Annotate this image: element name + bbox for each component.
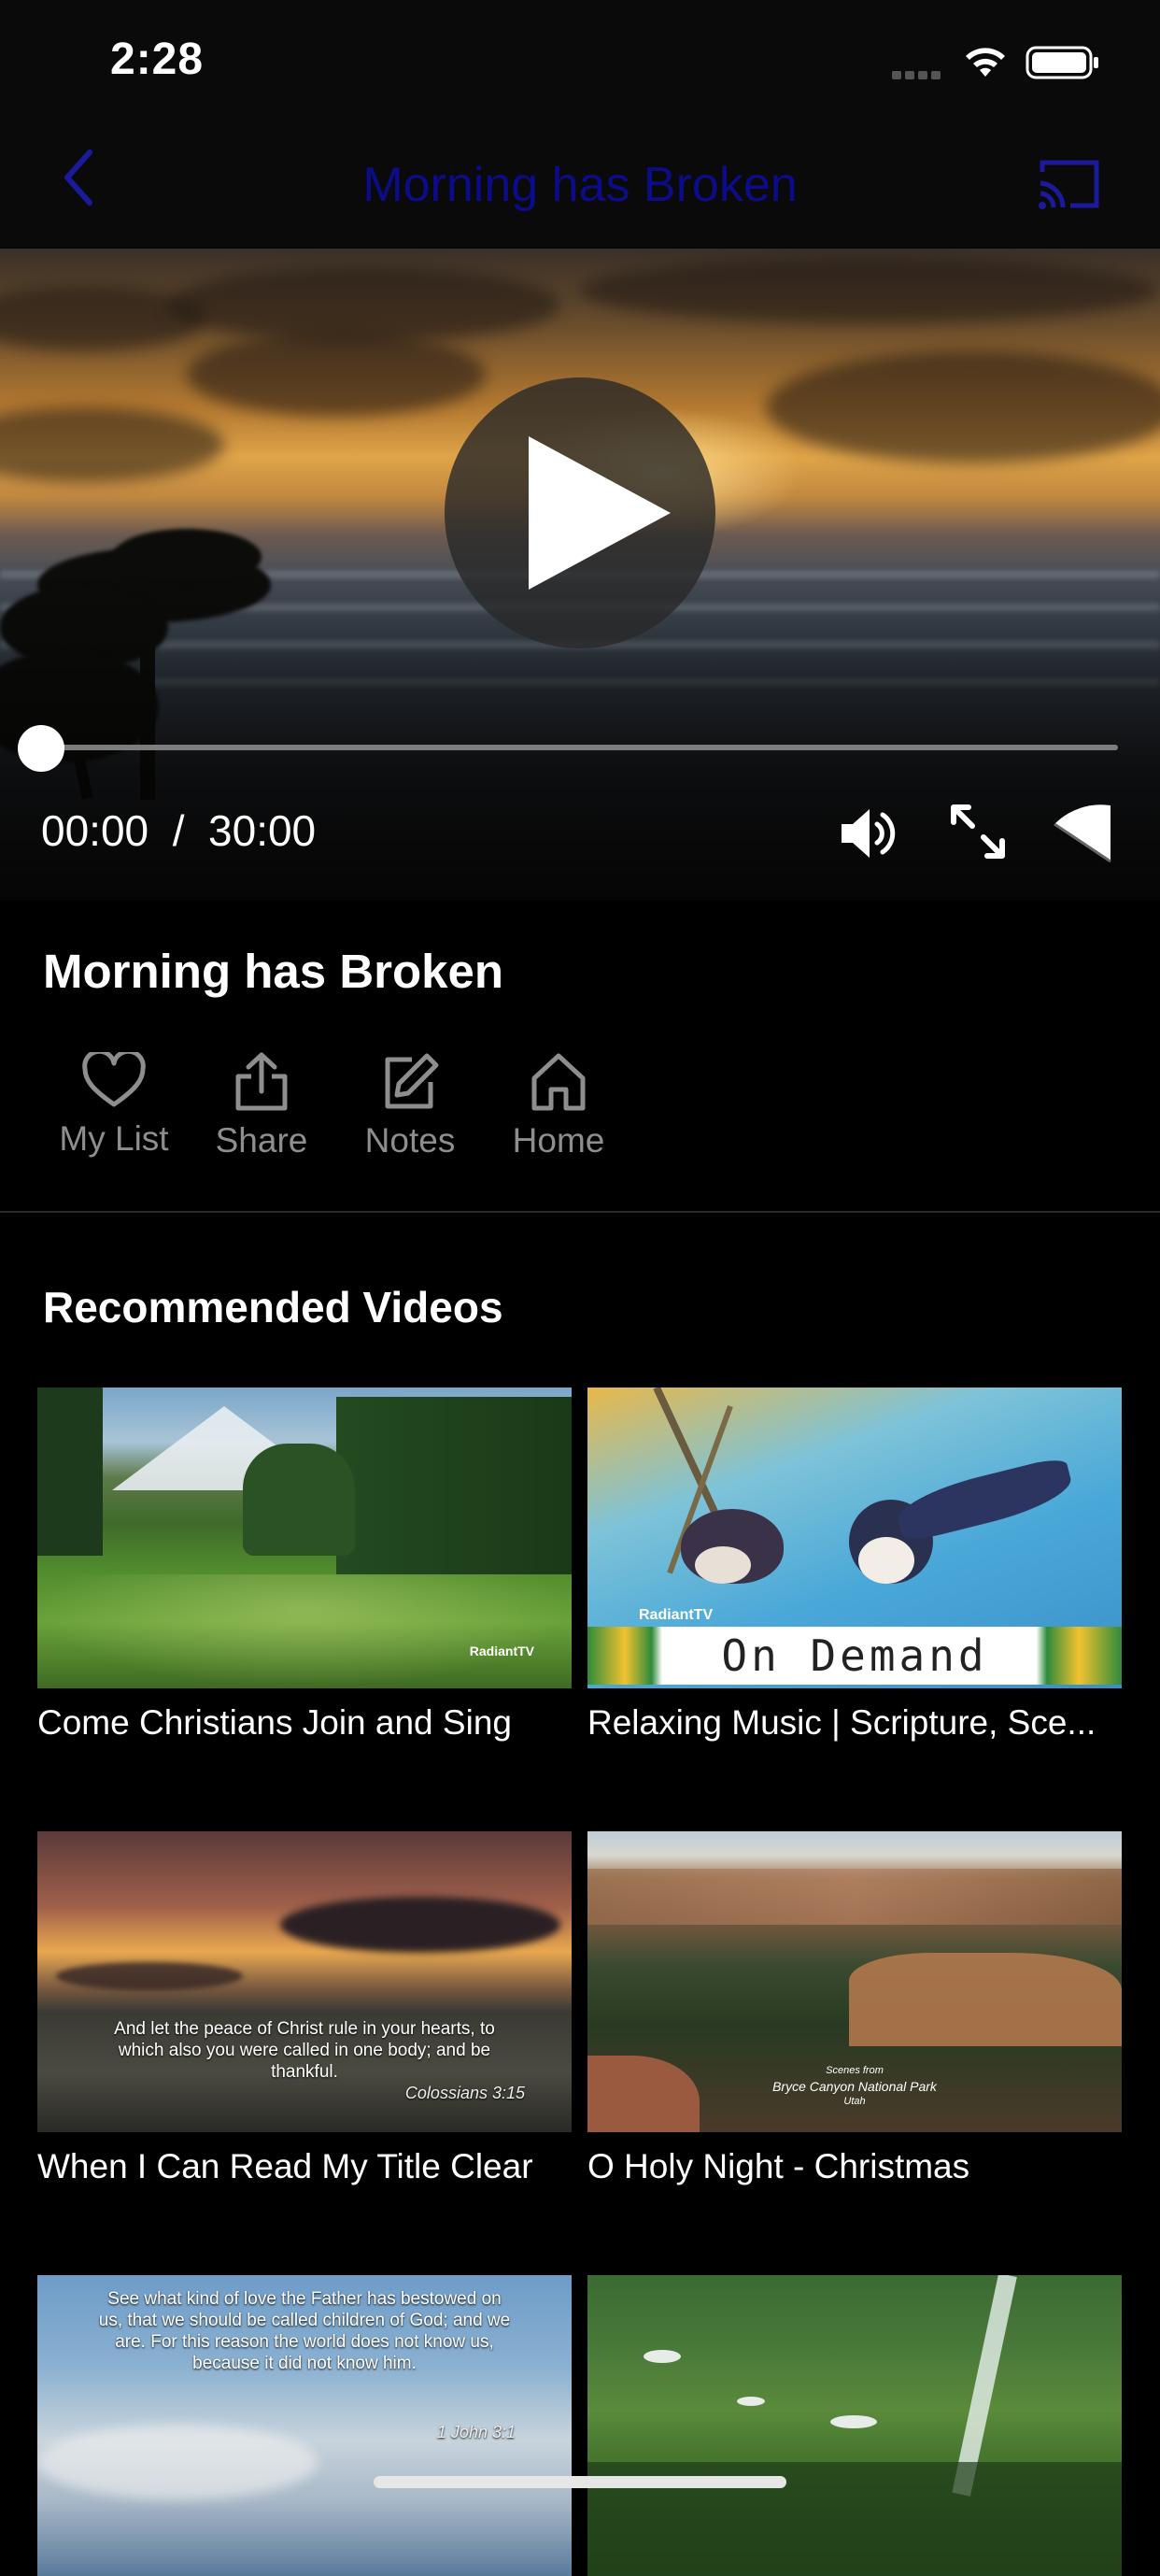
video-card-title: Come Christians Join and Sing <box>37 1703 512 1742</box>
my-list-button[interactable]: My List <box>39 1052 189 1159</box>
video-title: Morning has Broken <box>43 945 504 998</box>
edit-icon <box>385 1053 439 1109</box>
location-caption: Bryce Canyon National Park <box>772 2079 937 2094</box>
video-thumbnail: RadiantTV On Demand <box>587 1388 1122 1688</box>
section-divider <box>0 1211 1160 1213</box>
time-separator: / <box>172 806 185 855</box>
radianttv-watermark: RadiantTV <box>469 1644 534 1658</box>
share-icon <box>235 1052 288 1111</box>
scenes-from-caption: Scenes from <box>826 2065 884 2076</box>
video-card[interactable]: Scenes from Bryce Canyon National Park U… <box>587 1831 1122 2186</box>
progress-bar[interactable] <box>39 745 1118 750</box>
fullscreen-icon[interactable] <box>948 802 1008 861</box>
back-chevron-icon[interactable] <box>56 145 103 210</box>
on-demand-banner: On Demand <box>721 1630 988 1681</box>
home-indicator <box>374 2476 786 2488</box>
radianttv-watermark: RadiantTV <box>639 1607 714 1623</box>
play-icon <box>529 436 671 590</box>
scripture-verse: And let the peace of Christ rule in your… <box>114 2019 495 2082</box>
video-thumbnail: See what kind of love the Father has bes… <box>37 2275 572 2576</box>
progress-scrubber-handle[interactable] <box>18 725 64 772</box>
video-card[interactable] <box>587 2275 1122 2576</box>
time-display: 00:00 / 30:00 <box>41 805 316 856</box>
video-thumbnail: And let the peace of Christ rule in your… <box>37 1831 572 2132</box>
notes-button[interactable]: Notes <box>335 1052 485 1160</box>
cellular-signal-icon <box>892 67 946 79</box>
recommended-videos-heading: Recommended Videos <box>43 1283 503 1331</box>
video-thumbnail: Scenes from Bryce Canyon National Park U… <box>587 1831 1122 2132</box>
heart-icon <box>82 1052 146 1107</box>
video-card-title: Relaxing Music | Scripture, Sce... <box>587 1703 1096 1742</box>
airplay-icon[interactable] <box>1051 802 1114 865</box>
home-button[interactable]: Home <box>484 1052 633 1160</box>
scripture-reference: 1 John 3:1 <box>436 2423 516 2441</box>
volume-icon[interactable] <box>836 804 901 863</box>
scripture-verse: See what kind of love the Father has bes… <box>98 2289 511 2373</box>
my-list-label: My List <box>59 1119 169 1158</box>
cast-icon[interactable] <box>1035 155 1102 213</box>
play-button[interactable] <box>445 377 715 648</box>
video-card-title: O Holy Night - Christmas <box>587 2147 970 2185</box>
elapsed-time: 00:00 <box>41 806 149 855</box>
wifi-icon <box>966 48 1005 77</box>
location-subcaption: Utah <box>843 2096 866 2107</box>
share-button[interactable]: Share <box>187 1052 336 1160</box>
video-thumbnail: RadiantTV <box>37 1388 572 1688</box>
video-card[interactable]: RadiantTV Come Christians Join and Sing <box>37 1388 572 1743</box>
total-duration: 30:00 <box>208 806 317 855</box>
video-thumbnail <box>587 2275 1122 2576</box>
video-card-title: When I Can Read My Title Clear <box>37 2147 533 2185</box>
notes-label: Notes <box>364 1121 456 1160</box>
scripture-reference: Colossians 3:15 <box>404 2084 525 2102</box>
share-label: Share <box>215 1121 308 1160</box>
video-card[interactable]: See what kind of love the Father has bes… <box>37 2275 572 2576</box>
nav-title: Morning has Broken <box>362 158 798 212</box>
home-label: Home <box>512 1121 605 1160</box>
battery-icon <box>1026 46 1098 79</box>
video-card[interactable]: RadiantTV On Demand Relaxing Music | Scr… <box>587 1388 1122 1743</box>
video-card[interactable]: And let the peace of Christ rule in your… <box>37 1831 572 2186</box>
home-icon <box>531 1053 586 1111</box>
status-time: 2:28 <box>110 35 205 84</box>
